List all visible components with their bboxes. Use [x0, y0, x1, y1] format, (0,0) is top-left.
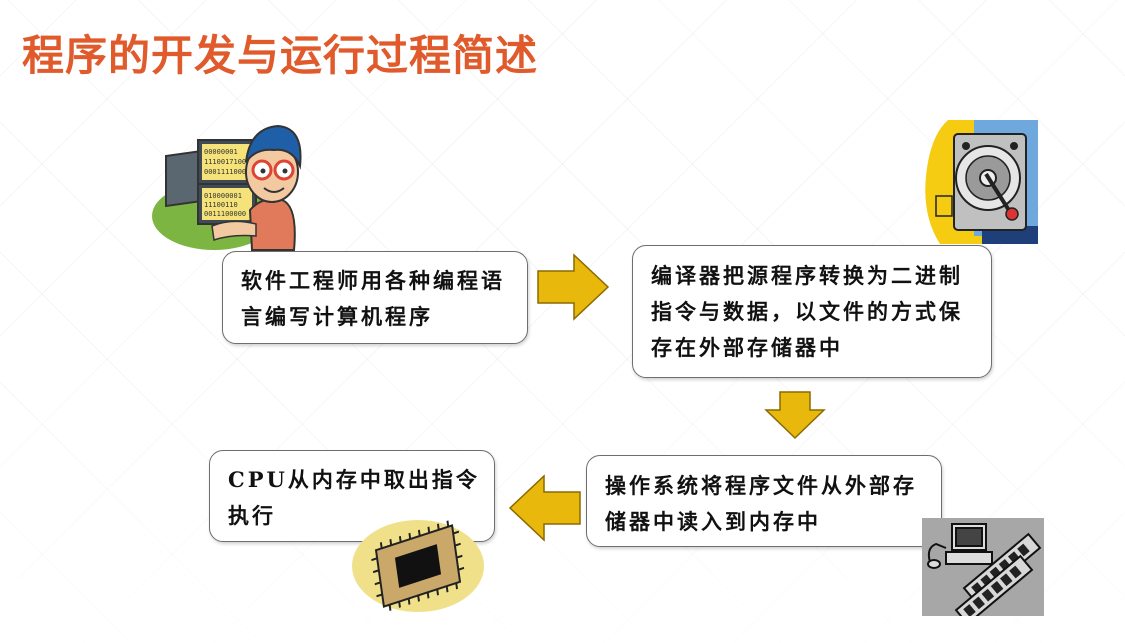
programmer-illustration: 00000001 1110017100 0001111000 010000001…: [152, 124, 302, 251]
code-line: 11100110: [204, 201, 238, 209]
step-box-os-load: 操作系统将程序文件从外部存储器中读入到内存中: [586, 455, 942, 547]
step-text: 操作系统将程序文件从外部存储器中读入到内存中: [605, 473, 917, 534]
page-title: 程序的开发与运行过程简述: [22, 31, 539, 80]
hard-drive-illustration: [925, 120, 1038, 244]
step-box-write-program: 软件工程师用各种编程语言编写计算机程序: [222, 251, 528, 344]
step-text: 编译器把源程序转换为二进制指令与数据，以文件的方式保存在外部存储器中: [651, 263, 963, 360]
step-box-compile: 编译器把源程序转换为二进制指令与数据，以文件的方式保存在外部存储器中: [632, 245, 992, 378]
step-text: 软件工程师用各种编程语言编写计算机程序: [241, 268, 505, 329]
arrow-left-icon: [508, 474, 581, 542]
arrow-right-icon: [537, 253, 610, 321]
code-line: 1110017100: [204, 158, 246, 166]
code-line: 0001111000: [204, 168, 246, 176]
code-line: 010000001: [204, 192, 242, 200]
code-line: 0011100000: [204, 210, 246, 218]
computer-memory-illustration: [922, 518, 1044, 616]
code-line: 00000001: [204, 148, 238, 156]
cpu-chip-illustration: [352, 520, 484, 612]
arrow-down-icon: [764, 391, 826, 440]
